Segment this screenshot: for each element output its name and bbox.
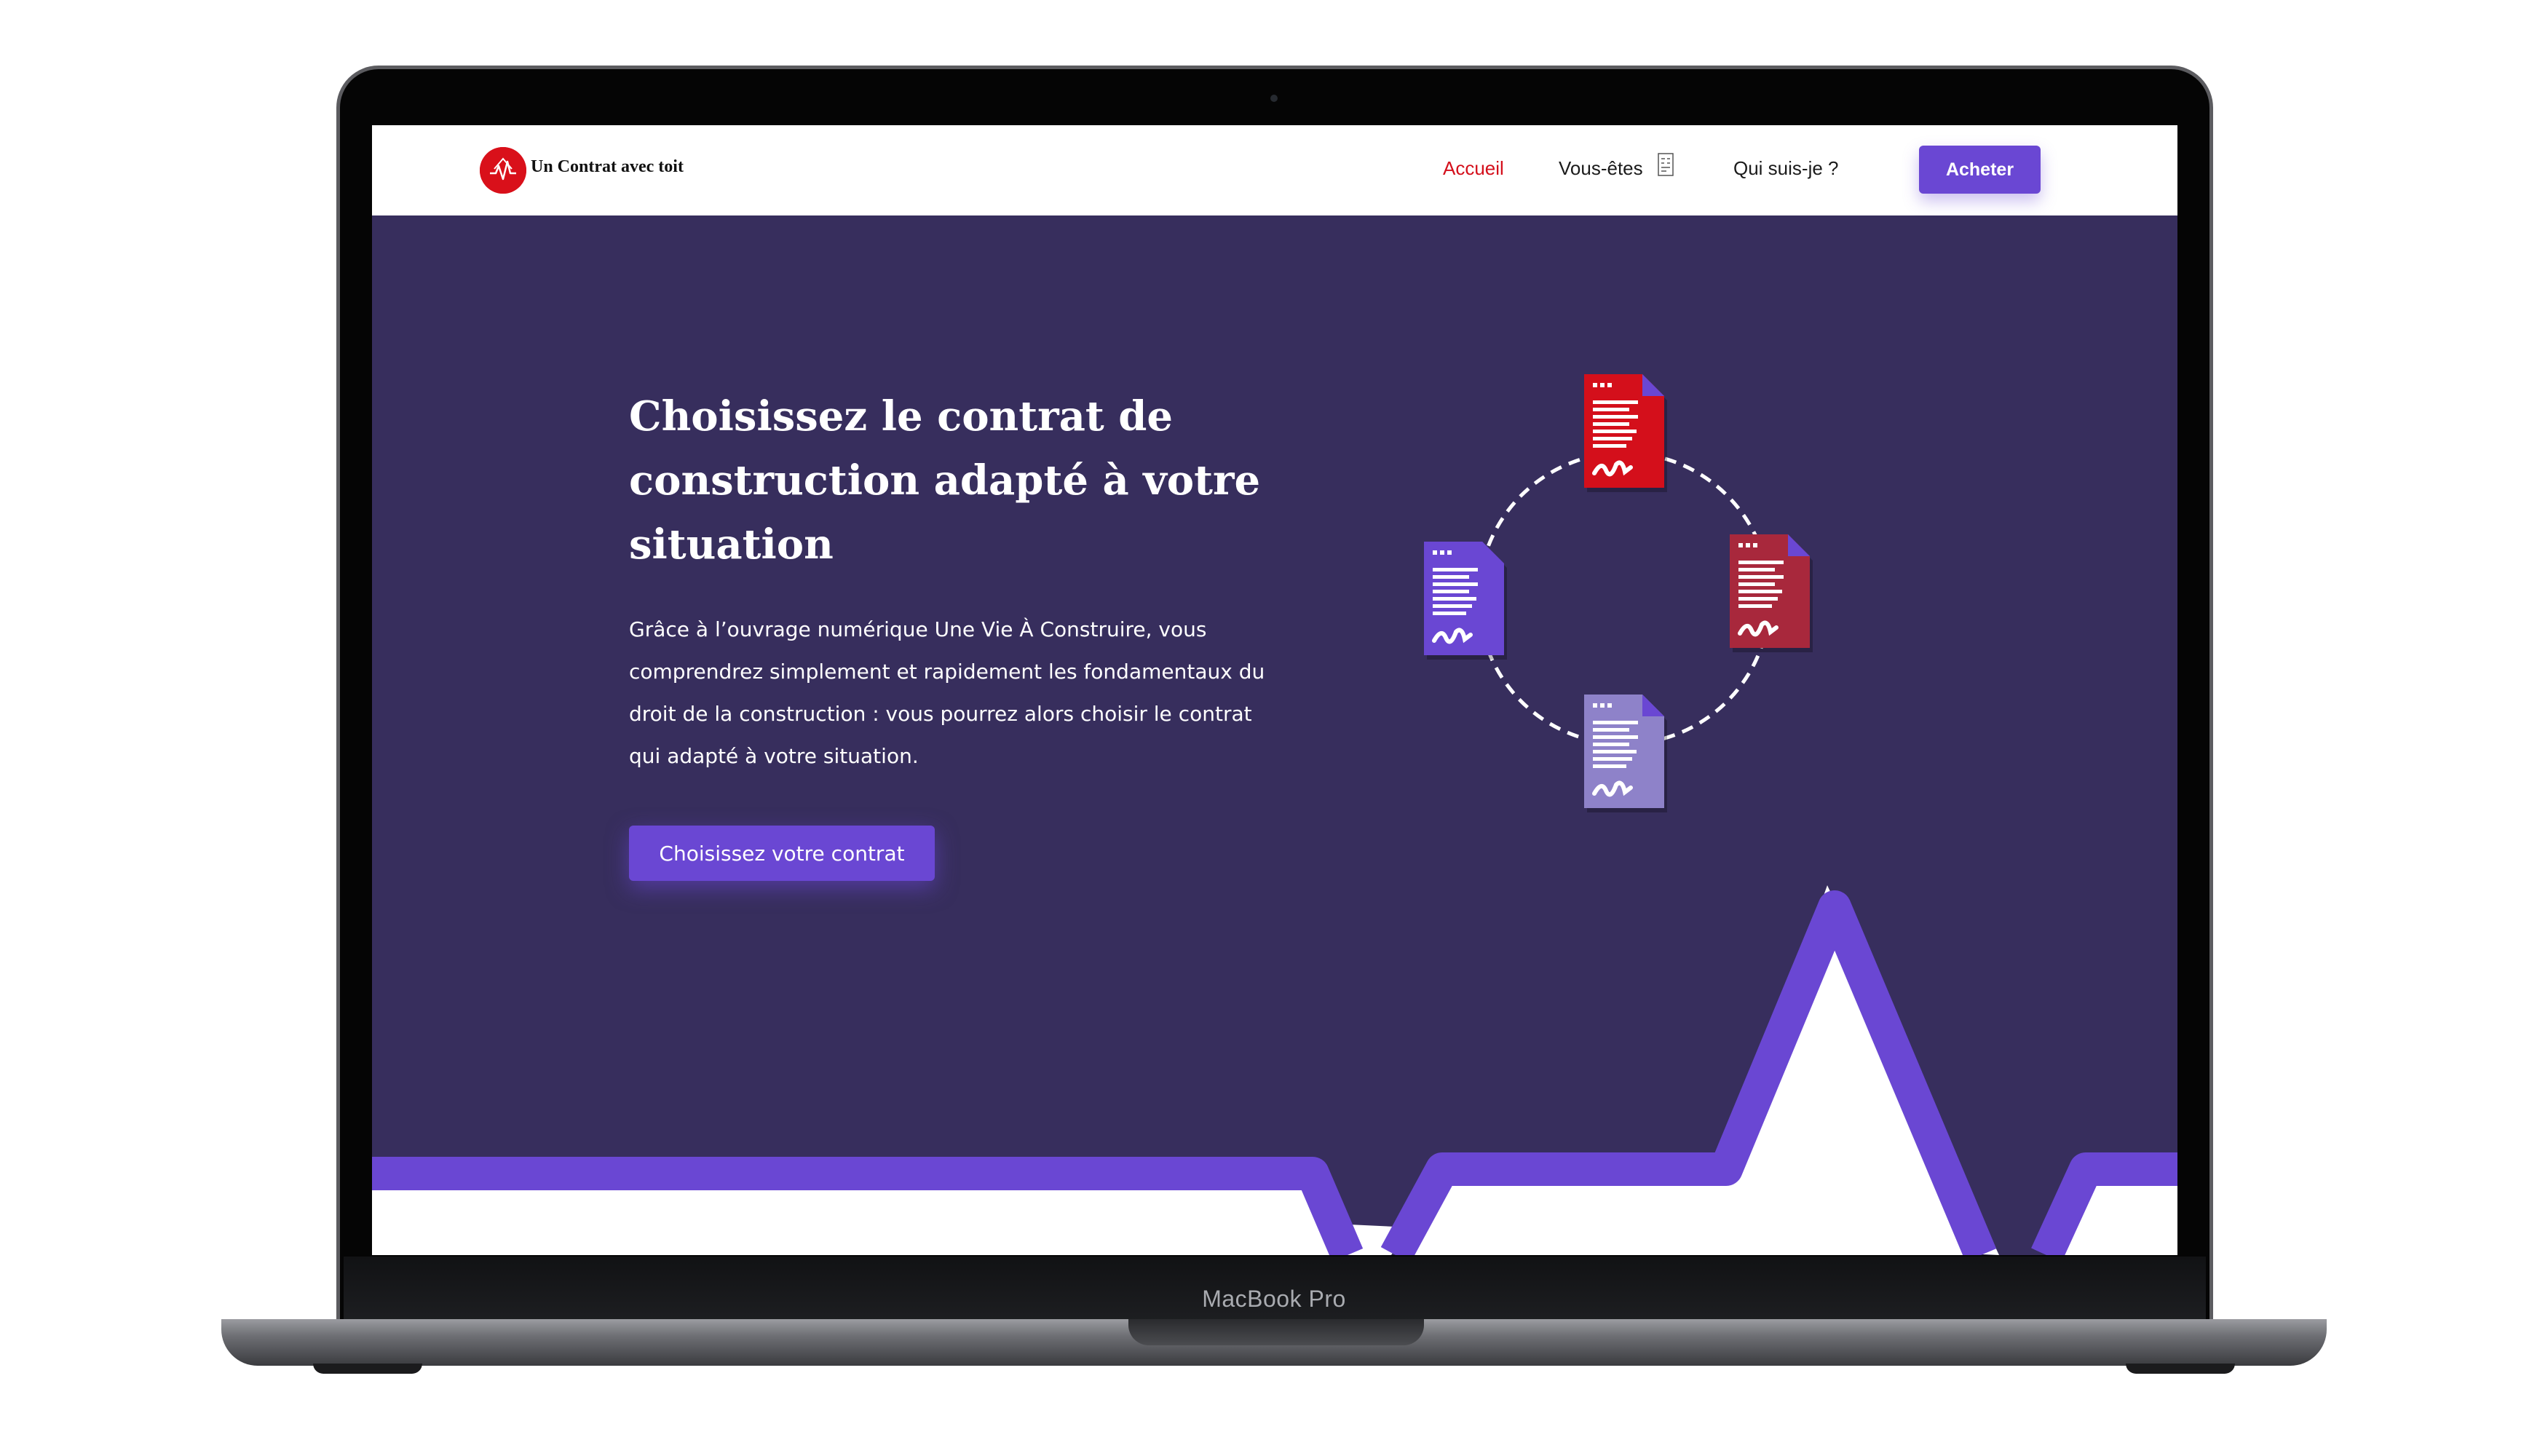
- contract-cycle-illustration: [1424, 374, 1813, 812]
- camera: [1270, 95, 1278, 102]
- hero-description-line: qui adapté à votre situation.: [629, 744, 919, 768]
- device-label: MacBook Pro: [1202, 1286, 1346, 1312]
- website-screen: Un Contrat avec toit Accueil Vous-êtes Q…: [372, 125, 2177, 1255]
- laptop-foot-right: [2126, 1364, 2235, 1374]
- hero-description: Grâce à l’ouvrage numérique Une Vie À Co…: [629, 609, 1277, 778]
- navbar: Un Contrat avec toit Accueil Vous-êtes Q…: [372, 125, 2177, 215]
- logo-icon[interactable]: [480, 147, 526, 194]
- document-icon-right: [1730, 534, 1813, 652]
- logo-text[interactable]: Un Contrat avec toit: [531, 157, 684, 177]
- document-icon-top: [1584, 374, 1667, 492]
- hero-title-line: construction adapté à votre: [629, 456, 1261, 505]
- dropdown-icon[interactable]: [1658, 153, 1674, 179]
- hero-title-line: Choisissez le contrat de: [629, 392, 1174, 440]
- buy-button[interactable]: Acheter: [1919, 146, 2041, 194]
- nav-link-home[interactable]: Accueil: [1443, 157, 1504, 180]
- laptop-notch: [1128, 1319, 1424, 1345]
- hero-description-line: comprendrez simplement et rapidement les…: [629, 660, 1265, 684]
- nav-link-about[interactable]: Qui suis-je ?: [1733, 157, 1839, 180]
- document-icon-bottom: [1584, 695, 1667, 812]
- hero-description-line: droit de la construction : vous pourrez …: [629, 702, 1252, 726]
- hero-description-line: Grâce à l’ouvrage numérique Une Vie À Co…: [629, 617, 1207, 641]
- hero-title: Choisissez le contrat de construction ad…: [629, 384, 1284, 577]
- laptop-foot-left: [313, 1364, 422, 1374]
- nav-link-you-are[interactable]: Vous-êtes: [1559, 157, 1643, 180]
- heartbeat-wave: [372, 885, 2177, 1255]
- hero-title-line: situation: [629, 521, 834, 569]
- document-icon-left: [1424, 542, 1507, 660]
